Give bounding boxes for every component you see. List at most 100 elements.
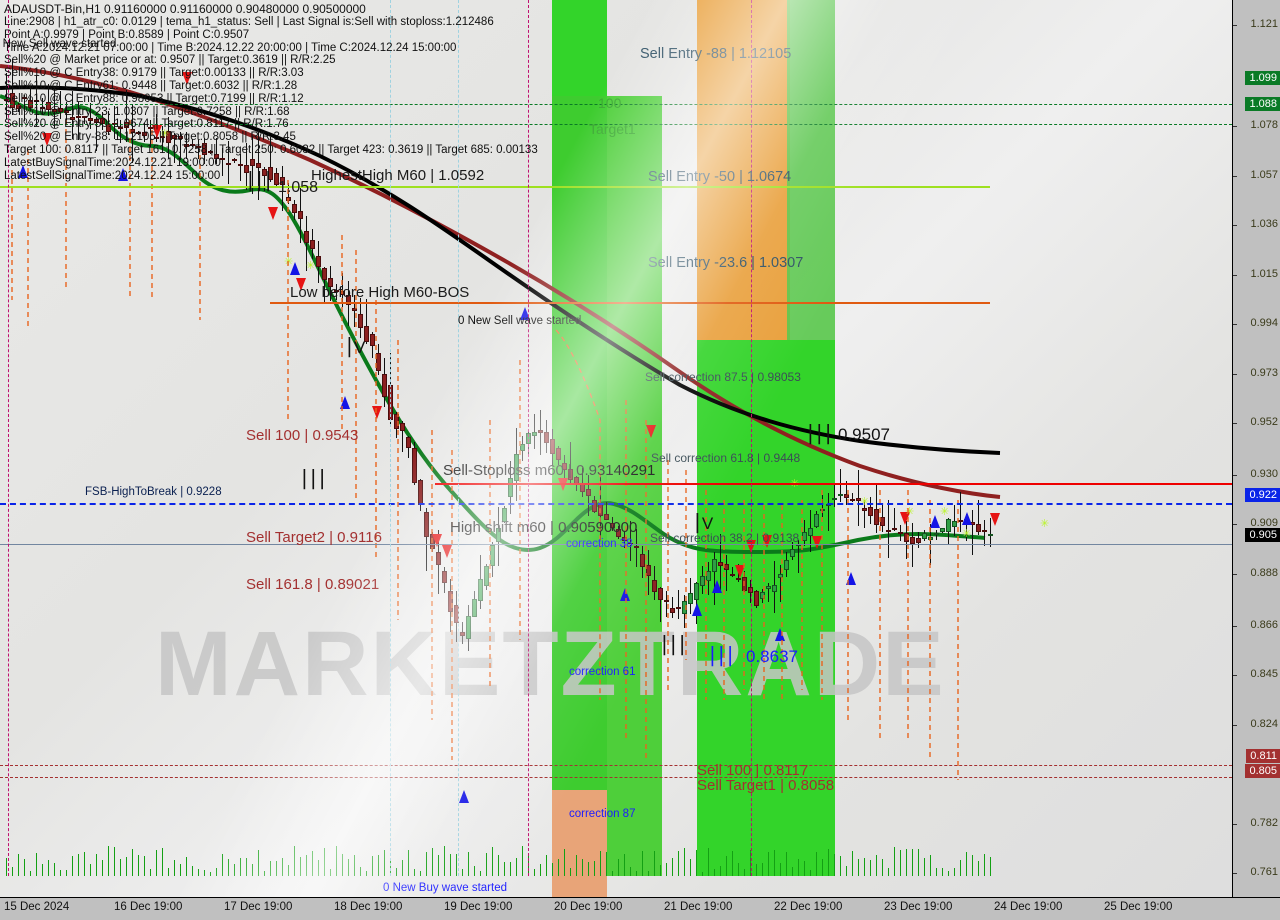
time-tick-label: 16 Dec 19:00	[114, 901, 183, 913]
candle-body	[838, 493, 843, 497]
volume-bar	[912, 848, 913, 876]
candle-body	[532, 432, 537, 436]
volume-bar	[168, 867, 169, 876]
candle-body	[988, 533, 993, 536]
volume-bar	[732, 851, 733, 876]
volume-bar	[336, 846, 337, 876]
volume-bar	[354, 854, 355, 876]
candle-body	[556, 447, 561, 460]
volume-bar	[312, 851, 313, 876]
candle-body	[976, 523, 981, 532]
volume-bar	[300, 857, 301, 876]
volume-bar	[342, 854, 343, 876]
price-tick-label: 0.973	[1250, 366, 1278, 379]
volume-bar	[36, 852, 37, 876]
candle-wick	[840, 468, 841, 503]
price-tick-mark	[1233, 724, 1237, 726]
volume-bar	[108, 846, 109, 876]
time-tick-label: 18 Dec 19:00	[334, 901, 403, 913]
volume-bar	[204, 869, 205, 876]
candle-body	[598, 503, 603, 516]
price-label-highlight: 0.905	[1245, 527, 1280, 542]
zone-green-3b	[787, 340, 835, 876]
candle-wick	[822, 495, 823, 517]
annotation-correction-61: correction 61	[569, 666, 636, 678]
volume-bar	[786, 852, 787, 876]
candle-body	[370, 334, 375, 346]
volume-bar	[660, 864, 661, 876]
price-tick-label: 0.952	[1250, 416, 1278, 429]
volume-bar	[276, 861, 277, 876]
candle-body	[586, 488, 591, 497]
candle-body	[448, 590, 453, 613]
price-tick-mark	[1233, 373, 1237, 375]
annotation-high-shift-m60: High shift m60 | 0.90590000	[450, 519, 638, 536]
price-tick-label: 1.015	[1250, 267, 1278, 280]
price-tick-label: 0.994	[1250, 317, 1278, 330]
volume-bar	[240, 857, 241, 876]
price-label-highlight: 0.805	[1245, 763, 1280, 778]
volume-bar	[12, 866, 13, 876]
buy-arrow-up-icon	[712, 580, 722, 593]
chart-plot-area[interactable]: MARKETZTRADE ✳ ✳ ✳ ✳ ✳ ✳ ✳ ✳ ✳ Sell Entr…	[0, 0, 1232, 898]
candle-body	[394, 413, 399, 430]
volume-bar	[132, 849, 133, 876]
candle-body	[760, 592, 765, 600]
signal-star-icon: ✳	[940, 506, 950, 518]
candle-body	[520, 444, 525, 452]
candle-body	[298, 211, 303, 220]
volume-bar	[288, 864, 289, 876]
watermark: MARKETZTRADE	[155, 613, 946, 715]
time-scale[interactable]: 15 Dec 2024 16 Dec 19:00 17 Dec 19:00 18 De…	[0, 897, 1280, 920]
level-line-fsb-high-to-break	[0, 503, 1232, 505]
candle-body	[640, 554, 645, 567]
volume-bar	[738, 863, 739, 876]
annotation-ll-marks-08637: ⎮⎮⎮	[708, 647, 735, 666]
volume-bar	[828, 848, 829, 876]
candle-body	[322, 267, 327, 281]
volume-bar	[468, 851, 469, 876]
volume-bar	[264, 871, 265, 876]
trading-chart-window[interactable]: MARKETZTRADE ✳ ✳ ✳ ✳ ✳ ✳ ✳ ✳ ✳ Sell Entr…	[0, 0, 1280, 920]
volume-bar	[882, 859, 883, 876]
volume-bar	[534, 868, 535, 876]
volume-bar	[426, 852, 427, 876]
candle-body	[706, 571, 711, 582]
volume-bar	[114, 846, 115, 876]
volume-bar	[96, 854, 97, 876]
volume-bar	[864, 857, 865, 876]
volume-bar	[516, 857, 517, 876]
volume-bar	[858, 859, 859, 876]
candle-body	[658, 588, 663, 601]
price-tick-label: 1.078	[1250, 119, 1278, 132]
volume-bar	[360, 866, 361, 876]
overlay-sell-wave-started: 0 New Sell wave started	[0, 38, 117, 50]
volume-bar	[246, 858, 247, 876]
level-line-sell-entry-50	[0, 186, 990, 188]
volume-bar	[54, 862, 55, 876]
buy-arrow-up-icon	[846, 572, 856, 585]
info-line: Line:2908 | h1_atr_c0: 0.0129 | tema_h1_…	[4, 16, 494, 28]
volume-bar	[414, 869, 415, 876]
level-line-sell-100-08117	[0, 765, 1232, 766]
candle-body	[550, 439, 555, 455]
volume-bar	[60, 869, 61, 876]
volume-bar	[186, 856, 187, 876]
volume-bar	[672, 857, 673, 876]
zone-orange-2	[552, 790, 607, 898]
volume-bar	[684, 848, 685, 876]
candle-body	[700, 576, 705, 586]
candle-body	[352, 308, 357, 312]
volume-bar	[690, 858, 691, 876]
candle-body	[934, 533, 939, 536]
price-tick-label: 0.782	[1250, 816, 1278, 829]
volume-bar	[846, 865, 847, 876]
price-scale[interactable]: 1.121 1.099 1.088 1.078 1.057 1.036 1.015 0.994…	[1232, 0, 1280, 898]
volume-bar	[228, 859, 229, 876]
price-label-highlight: 1.088	[1245, 96, 1280, 111]
volume-bar	[348, 858, 349, 876]
info-line: Sell%10 @ Entry-23: 1.0307 || Target:0.7…	[4, 105, 290, 118]
candle-body	[406, 437, 411, 448]
volume-bar	[834, 853, 835, 876]
info-line: Sell%10 @ C Entry61: 0.9448 || Target:0.…	[4, 79, 298, 92]
